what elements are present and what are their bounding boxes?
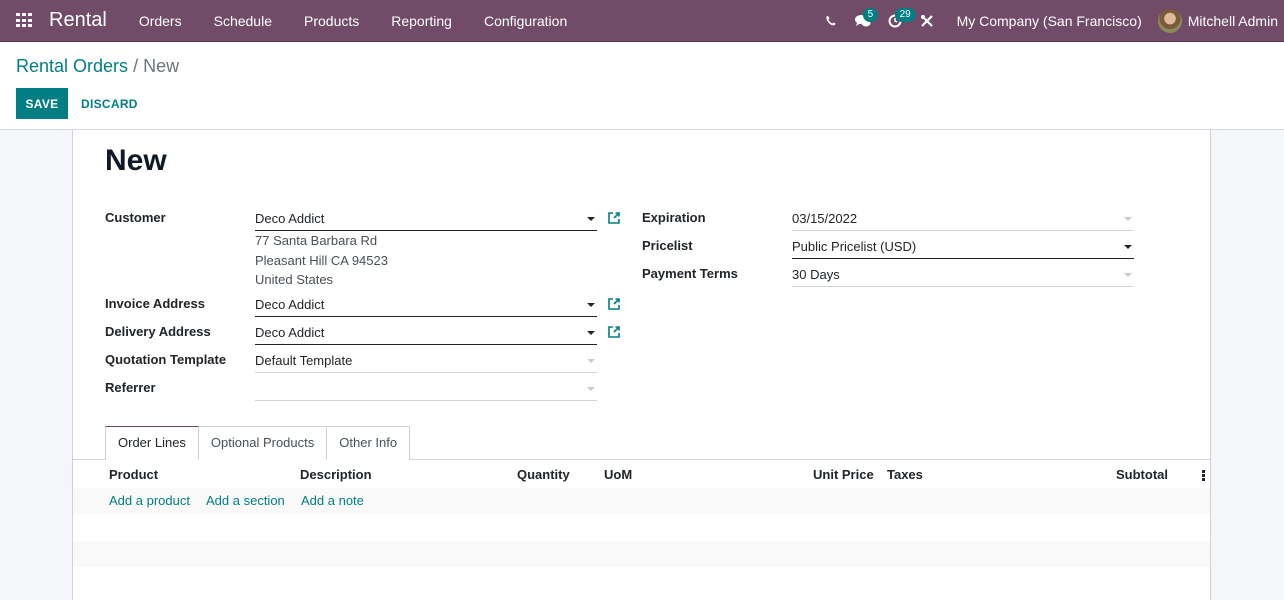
column-description[interactable]: Description xyxy=(300,467,372,482)
delivery-address-value: Deco Addict xyxy=(255,325,325,340)
add-note-link[interactable]: Add a note xyxy=(301,493,364,508)
delivery-address-field[interactable]: Deco Addict xyxy=(255,321,597,345)
tab-order-lines[interactable]: Order Lines xyxy=(105,426,199,460)
control-panel: Rental Orders / New SAVE DISCARD xyxy=(0,43,1284,130)
save-button[interactable]: SAVE xyxy=(16,88,68,119)
column-quantity[interactable]: Quantity xyxy=(517,467,570,482)
menu-reporting[interactable]: Reporting xyxy=(375,0,468,42)
record-title: New xyxy=(105,144,167,177)
column-product[interactable]: Product xyxy=(109,467,158,482)
messages-badge: 5 xyxy=(862,8,879,22)
expiration-label: Expiration xyxy=(642,210,706,225)
invoice-address-label: Invoice Address xyxy=(105,296,205,311)
customer-address: 77 Santa Barbara Rd Pleasant Hill CA 945… xyxy=(255,231,388,290)
column-uom[interactable]: UoM xyxy=(604,467,632,482)
customer-external-link-icon[interactable] xyxy=(607,211,621,225)
pricelist-label: Pricelist xyxy=(642,238,693,253)
tab-other-info[interactable]: Other Info xyxy=(326,426,411,460)
expiration-value: 03/15/2022 xyxy=(792,211,858,226)
invoice-address-external-link-icon[interactable] xyxy=(607,297,621,311)
company-switcher[interactable]: My Company (San Francisco) xyxy=(943,13,1158,29)
tab-optional-products[interactable]: Optional Products xyxy=(197,426,328,460)
breadcrumb-current: New xyxy=(143,56,180,76)
customer-value: Deco Addict xyxy=(255,211,325,226)
referrer-field[interactable] xyxy=(255,377,597,401)
pricelist-value: Public Pricelist (USD) xyxy=(792,239,917,254)
empty-row xyxy=(73,514,1210,540)
debug-tools-icon[interactable] xyxy=(911,0,943,42)
invoice-address-field[interactable]: Deco Addict xyxy=(255,293,597,317)
column-unit-price[interactable]: Unit Price xyxy=(813,467,874,482)
invoice-address-value: Deco Addict xyxy=(255,297,325,312)
add-product-link[interactable]: Add a product xyxy=(109,493,190,508)
pricelist-dropdown-icon[interactable] xyxy=(1124,245,1132,249)
user-avatar xyxy=(1157,9,1182,33)
breadcrumb-rental-orders[interactable]: Rental Orders xyxy=(16,56,128,76)
activities-clock-icon[interactable]: 29 xyxy=(879,0,916,42)
top-navbar: Rental Orders Schedule Products Reportin… xyxy=(0,0,1284,42)
quotation-template-field[interactable]: Default Template xyxy=(255,349,597,373)
menu-orders[interactable]: Orders xyxy=(123,0,198,42)
order-lines-header: Product Description Quantity UoM Unit Pr… xyxy=(73,460,1210,488)
menu-schedule[interactable]: Schedule xyxy=(198,0,288,42)
address-street: 77 Santa Barbara Rd xyxy=(255,233,378,248)
pricelist-field[interactable]: Public Pricelist (USD) xyxy=(792,235,1134,259)
add-section-link[interactable]: Add a section xyxy=(206,493,285,508)
payment-terms-value: 30 Days xyxy=(792,267,840,282)
payment-terms-field[interactable]: 30 Days xyxy=(792,263,1134,287)
app-brand[interactable]: Rental xyxy=(49,9,107,32)
payment-terms-dropdown-icon[interactable] xyxy=(1124,273,1132,277)
phone-icon[interactable] xyxy=(815,0,847,42)
delivery-address-label: Delivery Address xyxy=(105,324,211,339)
form-sheet: New Customer Deco Addict 77 Santa Barbar… xyxy=(72,130,1211,600)
column-subtotal[interactable]: Subtotal xyxy=(1116,467,1168,482)
menu-products[interactable]: Products xyxy=(288,0,375,42)
add-line-row: Add a product Add a section Add a note xyxy=(73,488,1210,514)
app-menu-grid-icon[interactable] xyxy=(16,13,33,28)
discard-button[interactable]: DISCARD xyxy=(81,88,138,119)
quotation-template-value: Default Template xyxy=(255,353,353,368)
expiration-field[interactable]: 03/15/2022 xyxy=(792,207,1134,231)
messages-icon[interactable]: 5 xyxy=(847,0,879,42)
menu-configuration[interactable]: Configuration xyxy=(468,0,583,42)
breadcrumb-separator: / xyxy=(133,56,139,76)
delivery-address-external-link-icon[interactable] xyxy=(607,325,621,339)
address-country: United States xyxy=(255,272,334,287)
expiration-dropdown-icon[interactable] xyxy=(1124,217,1132,221)
user-name: Mitchell Admin xyxy=(1187,13,1278,29)
empty-row xyxy=(73,567,1210,593)
breadcrumb: Rental Orders / New xyxy=(16,56,179,77)
delivery-address-dropdown-icon[interactable] xyxy=(587,331,595,335)
referrer-label: Referrer xyxy=(105,380,156,395)
invoice-address-dropdown-icon[interactable] xyxy=(587,303,595,307)
empty-row xyxy=(73,541,1210,567)
quotation-template-label: Quotation Template xyxy=(105,352,227,367)
optional-columns-kebab-icon[interactable] xyxy=(1202,470,1205,481)
payment-terms-label: Payment Terms xyxy=(642,266,738,281)
customer-dropdown-icon[interactable] xyxy=(587,217,595,221)
customer-label: Customer xyxy=(105,210,166,225)
quotation-template-dropdown-icon[interactable] xyxy=(587,359,595,363)
user-menu[interactable]: Mitchell Admin xyxy=(1157,9,1284,33)
notebook-tabs: Order Lines Optional Products Other Info xyxy=(105,426,411,460)
referrer-dropdown-icon[interactable] xyxy=(587,387,595,391)
address-city: Pleasant Hill CA 94523 xyxy=(255,252,388,268)
customer-field[interactable]: Deco Addict xyxy=(255,207,597,231)
column-taxes[interactable]: Taxes xyxy=(887,467,923,482)
